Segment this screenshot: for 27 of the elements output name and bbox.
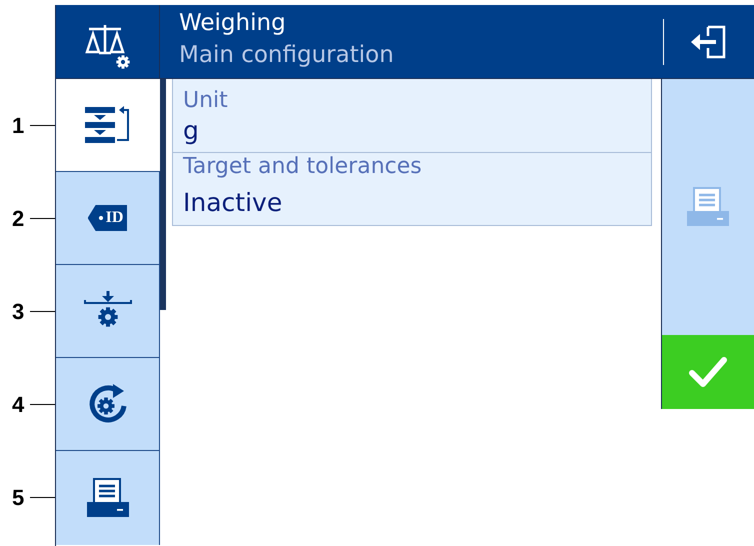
- printer-icon: [686, 187, 730, 227]
- sidebar-tab[interactable]: [56, 358, 160, 451]
- leader-line: [30, 404, 55, 406]
- callout-number: 3: [12, 298, 24, 324]
- callout-number: 5: [12, 484, 24, 510]
- leader-line: [30, 218, 55, 220]
- callout-number: 2: [12, 206, 24, 232]
- checkmark-icon: [688, 355, 728, 389]
- callout-number: 1: [12, 112, 24, 138]
- screen-title: Weighing: [179, 10, 287, 36]
- callout-number: 4: [12, 392, 24, 418]
- setting-row[interactable]: Target and tolerances Inactive: [173, 152, 651, 225]
- scrollbar[interactable]: [160, 79, 166, 310]
- id-tag: ID: [88, 205, 128, 231]
- setting-label: Unit: [183, 87, 229, 115]
- leader-line: [30, 310, 55, 312]
- setting-row[interactable]: Unit g: [173, 79, 651, 152]
- sidebar-tab[interactable]: [56, 451, 160, 545]
- printer-icon: [86, 478, 130, 518]
- setting-value: g: [183, 115, 200, 147]
- screen-subtitle: Main configuration: [179, 42, 395, 68]
- leader-line: [30, 496, 55, 498]
- setting-label: Target and tolerances: [183, 153, 423, 181]
- leader-line: [30, 124, 55, 126]
- setting-value: Inactive: [183, 187, 284, 219]
- sidebar-tab[interactable]: ID: [56, 172, 160, 265]
- sidebar-tab[interactable]: [56, 265, 160, 358]
